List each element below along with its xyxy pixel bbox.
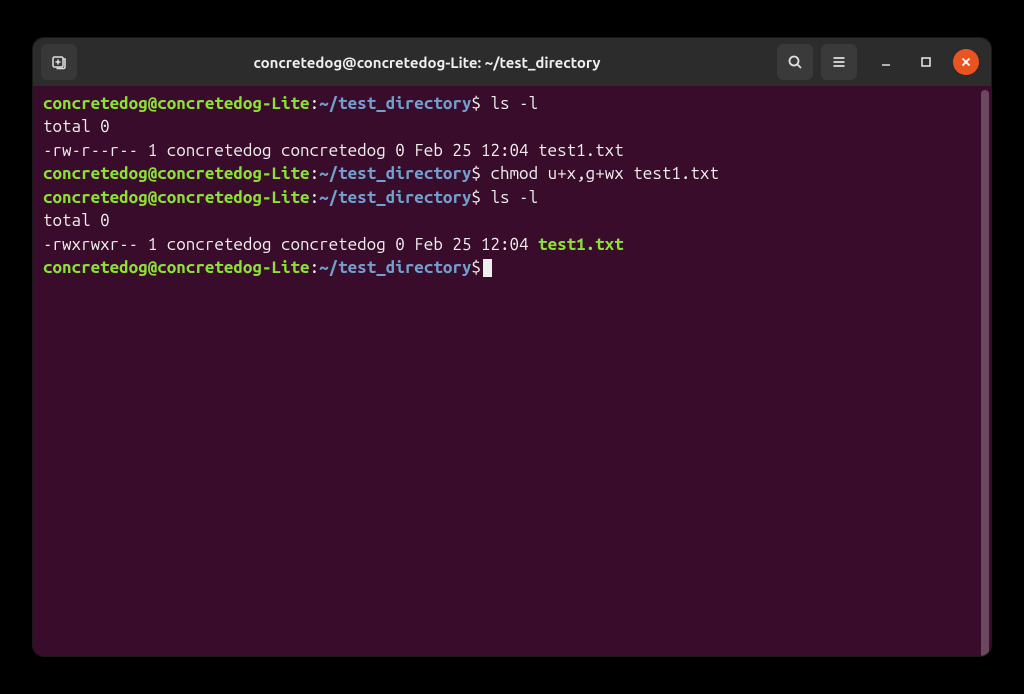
search-icon bbox=[787, 54, 803, 70]
new-tab-button[interactable] bbox=[41, 44, 77, 80]
prompt-line: concretedog@concretedog-Lite:~/test_dire… bbox=[43, 92, 981, 115]
minimize-button[interactable] bbox=[873, 49, 899, 75]
output-line: total 0 bbox=[43, 115, 981, 138]
terminal-window: concretedog@concretedog-Lite: ~/test_dir… bbox=[32, 37, 992, 657]
prompt-symbol: $ bbox=[471, 94, 481, 113]
maximize-button[interactable] bbox=[913, 49, 939, 75]
cmd-chmod: chmod u+x,g+wx test1.txt bbox=[490, 164, 718, 183]
prompt-path: ~/test_directory bbox=[319, 94, 471, 113]
minimize-icon bbox=[880, 56, 892, 68]
file-perms: -rwxrwxr-- 1 concretedog concretedog 0 F… bbox=[43, 235, 538, 254]
prompt-path: ~/test_directory bbox=[319, 188, 471, 207]
output-line: -rwxrwxr-- 1 concretedog concretedog 0 F… bbox=[43, 233, 981, 256]
scrollbar[interactable] bbox=[981, 90, 989, 656]
prompt-symbol: $ bbox=[471, 258, 481, 277]
cursor bbox=[483, 259, 492, 277]
prompt-line: concretedog@concretedog-Lite:~/test_dire… bbox=[43, 256, 981, 279]
terminal-content[interactable]: concretedog@concretedog-Lite:~/test_dire… bbox=[33, 86, 991, 656]
search-button[interactable] bbox=[777, 44, 813, 80]
prompt-colon: : bbox=[310, 94, 320, 113]
cmd-ls: ls -l bbox=[490, 188, 538, 207]
prompt-user-host: concretedog@concretedog-Lite bbox=[43, 188, 310, 207]
prompt-colon: : bbox=[310, 164, 320, 183]
prompt-symbol: $ bbox=[471, 164, 481, 183]
prompt-line: concretedog@concretedog-Lite:~/test_dire… bbox=[43, 162, 981, 185]
command-text: chmod u+x,g+wx test1.txt bbox=[481, 164, 719, 183]
cmd-ls: ls -l bbox=[490, 94, 538, 113]
close-button[interactable] bbox=[953, 49, 979, 75]
prompt-path: ~/test_directory bbox=[319, 164, 471, 183]
hamburger-icon bbox=[831, 54, 847, 70]
prompt-path: ~/test_directory bbox=[319, 258, 471, 277]
prompt-user-host: concretedog@concretedog-Lite bbox=[43, 164, 310, 183]
maximize-icon bbox=[920, 56, 932, 68]
menu-button[interactable] bbox=[821, 44, 857, 80]
prompt-line: concretedog@concretedog-Lite:~/test_dire… bbox=[43, 186, 981, 209]
prompt-user-host: concretedog@concretedog-Lite bbox=[43, 258, 310, 277]
titlebar: concretedog@concretedog-Lite: ~/test_dir… bbox=[33, 38, 991, 86]
output-line: total 0 bbox=[43, 209, 981, 232]
prompt-symbol: $ bbox=[471, 188, 481, 207]
prompt-colon: : bbox=[310, 188, 320, 207]
window-title: concretedog@concretedog-Lite: ~/test_dir… bbox=[85, 54, 769, 71]
executable-file: test1.txt bbox=[538, 235, 624, 254]
prompt-colon: : bbox=[310, 258, 320, 277]
output-line: -rw-r--r-- 1 concretedog concretedog 0 F… bbox=[43, 139, 981, 162]
command-text: ls -l bbox=[481, 94, 538, 113]
command-text: ls -l bbox=[481, 188, 538, 207]
prompt-user-host: concretedog@concretedog-Lite bbox=[43, 94, 310, 113]
window-controls bbox=[873, 49, 979, 75]
close-icon bbox=[960, 56, 972, 68]
new-tab-icon bbox=[51, 54, 67, 70]
